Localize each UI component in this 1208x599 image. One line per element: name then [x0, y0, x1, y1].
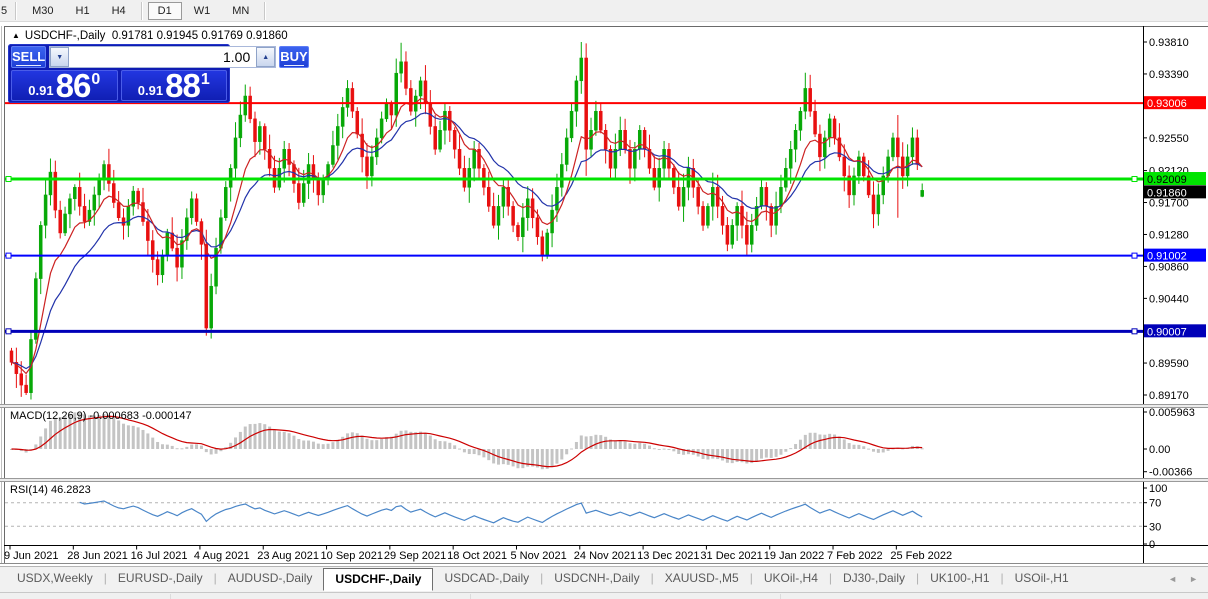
volume-control: ▼ ▲	[49, 46, 277, 68]
svg-text:0.91280: 0.91280	[1149, 229, 1189, 241]
timeframe-button-w1[interactable]: W1	[184, 2, 221, 20]
tab-scroll-right-icon[interactable]: ►	[1189, 574, 1198, 584]
chart-window-frame	[1, 26, 1208, 563]
one-click-trade-panel: SELL ▼ ▲ BUY 0.91 86 0 0.91 88 1	[8, 44, 309, 104]
chart-tab-xauusd-m5[interactable]: XAUUSD-,M5	[654, 567, 750, 588]
buy-button[interactable]: BUY	[279, 46, 309, 68]
chart-header: ▲ USDCHF-,Daily 0.91781 0.91945 0.91769 0…	[12, 30, 288, 42]
ask-price-pipette: 1	[200, 71, 210, 88]
toolbar-separator	[140, 1, 143, 20]
bid-price-button[interactable]: 0.91 86 0	[11, 67, 118, 104]
chart-tab-bar: USDX,Weekly | EURUSD-,Daily | AUDUSD-,Daily U…	[0, 566, 1208, 592]
svg-text:0.93810: 0.93810	[1149, 37, 1189, 49]
bid-price-big-digits: 86	[55, 67, 92, 104]
rsi-indicator-label: RSI(14) 46.2823	[10, 484, 91, 496]
svg-text:7 Feb 2022: 7 Feb 2022	[827, 550, 883, 562]
ask-price-prefix: 0.91	[137, 83, 164, 98]
svg-text:0.92550: 0.92550	[1149, 133, 1189, 145]
svg-text:13 Dec 2021: 13 Dec 2021	[637, 550, 699, 562]
chart-tab-usdcad-daily[interactable]: USDCAD-,Daily	[433, 567, 540, 588]
spinner-down-icon: ▼	[56, 53, 64, 61]
chart-ohlc-values: 0.91781 0.91945 0.91769 0.91860	[111, 30, 288, 42]
svg-text:0.92009: 0.92009	[1147, 174, 1187, 186]
tab-scroll-controls: ◄ ►	[1168, 567, 1208, 591]
volume-input[interactable]	[69, 47, 257, 67]
volume-decrease-button[interactable]: ▼	[50, 47, 70, 67]
svg-text:0.91002: 0.91002	[1147, 251, 1187, 263]
svg-text:0.93390: 0.93390	[1149, 69, 1189, 81]
chart-tab-dj30-daily[interactable]: DJ30-,Daily	[832, 567, 916, 588]
svg-text:9 Jun 2021: 9 Jun 2021	[4, 550, 58, 562]
chart-tab-ukoil-h4[interactable]: UKOil-,H4	[753, 567, 829, 588]
svg-text:-0.00366: -0.00366	[1149, 467, 1192, 479]
svg-text:0.93006: 0.93006	[1147, 98, 1187, 110]
svg-text:10 Sep 2021: 10 Sep 2021	[321, 550, 383, 562]
chart-tab-audusd-daily[interactable]: AUDUSD-,Daily	[217, 567, 324, 588]
timeframe-button-h1[interactable]: H1	[66, 2, 100, 20]
chart-tab-usoil-h1[interactable]: USOil-,H1	[1004, 567, 1080, 588]
svg-text:0.90007: 0.90007	[1147, 326, 1187, 338]
svg-text:18 Oct 2021: 18 Oct 2021	[447, 550, 507, 562]
svg-text:19 Jan 2022: 19 Jan 2022	[764, 550, 825, 562]
svg-text:0.89590: 0.89590	[1149, 358, 1189, 370]
svg-text:0.89170: 0.89170	[1149, 390, 1189, 402]
macd-indicator-label: MACD(12,26,9) -0.000683 -0.000147	[10, 410, 192, 422]
svg-text:100: 100	[1149, 483, 1167, 495]
timeframe-button-m30[interactable]: M30	[22, 2, 63, 20]
svg-text:0.90860: 0.90860	[1149, 261, 1189, 273]
svg-text:30: 30	[1149, 521, 1161, 533]
chart-tab-uk100-h1[interactable]: UK100-,H1	[919, 567, 1000, 588]
svg-text:16 Jul 2021: 16 Jul 2021	[131, 550, 188, 562]
timeframe-button-d1[interactable]: D1	[147, 1, 182, 20]
svg-text:0.005963: 0.005963	[1149, 407, 1195, 419]
tab-scroll-left-icon[interactable]: ◄	[1168, 574, 1177, 584]
svg-text:0.91860: 0.91860	[1147, 187, 1187, 199]
timeframe-toolbar: 5 M30 H1 H4 D1 W1 MN	[0, 0, 1208, 22]
mt4-terminal-window: 5 M30 H1 H4 D1 W1 MN 0.93810 0.93390 0.92550 0.9…	[0, 0, 1208, 599]
ask-price-big-digits: 88	[165, 67, 201, 104]
svg-text:70: 70	[1149, 498, 1161, 510]
collapse-chart-icon[interactable]: ▲	[12, 31, 20, 40]
chart-symbol-label: USDCHF-,Daily	[24, 30, 106, 42]
spinner-up-icon: ▲	[262, 53, 270, 61]
chart-tab-usdx-weekly[interactable]: USDX,Weekly	[6, 567, 104, 588]
svg-text:5 Nov 2021: 5 Nov 2021	[510, 550, 566, 562]
svg-text:29 Sep 2021: 29 Sep 2021	[384, 550, 446, 562]
svg-text:28 Jun 2021: 28 Jun 2021	[67, 550, 128, 562]
toolbar-separator	[264, 1, 267, 20]
svg-text:0.00: 0.00	[1149, 444, 1170, 456]
bid-price-prefix: 0.91	[28, 83, 54, 98]
timeframe-button-h4[interactable]: H4	[102, 2, 136, 20]
sell-button[interactable]: SELL	[11, 46, 47, 68]
svg-text:4 Aug 2021: 4 Aug 2021	[194, 550, 250, 562]
svg-text:0.90440: 0.90440	[1149, 293, 1189, 305]
chart-tab-eurusd-daily[interactable]: EURUSD-,Daily	[107, 567, 214, 588]
volume-increase-button[interactable]: ▲	[256, 47, 276, 67]
timeframe-button-partial[interactable]: 5	[0, 3, 11, 19]
timeframe-button-mn[interactable]: MN	[222, 2, 259, 20]
bid-price-pipette: 0	[91, 71, 101, 88]
chart-tab-usdcnh-daily[interactable]: USDCNH-,Daily	[543, 567, 650, 588]
svg-text:23 Aug 2021: 23 Aug 2021	[257, 550, 319, 562]
svg-text:31 Dec 2021: 31 Dec 2021	[700, 550, 762, 562]
toolbar-separator	[15, 1, 18, 20]
ask-price-button[interactable]: 0.91 88 1	[120, 67, 227, 104]
status-bar	[0, 592, 1208, 599]
chart-tab-usdchf-daily[interactable]: USDCHF-,Daily	[323, 568, 434, 591]
svg-text:24 Nov 2021: 24 Nov 2021	[574, 550, 636, 562]
svg-text:25 Feb 2022: 25 Feb 2022	[890, 550, 952, 562]
